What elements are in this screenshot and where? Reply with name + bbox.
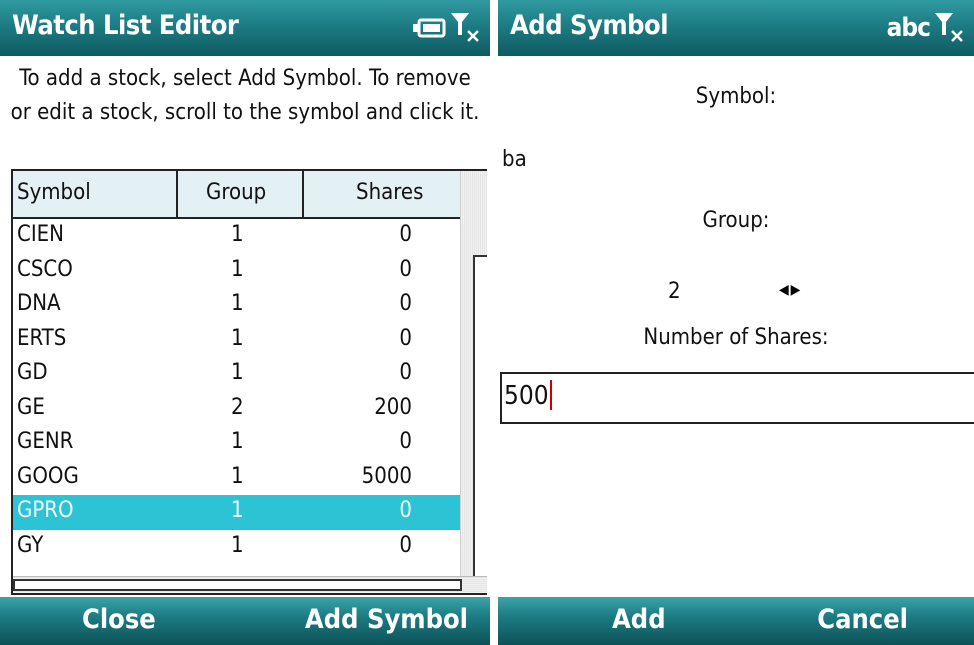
table-row[interactable]: DNA 1 0: [13, 288, 460, 323]
shares-input[interactable]: 500: [500, 372, 974, 424]
shares-input-value: 500: [504, 381, 549, 411]
vertical-scrollbar[interactable]: [460, 171, 487, 587]
row-shares: 0: [399, 429, 412, 454]
grid-header: Symbol Group Shares: [13, 171, 460, 219]
horizontal-scroll-thumb[interactable]: [13, 579, 462, 591]
row-shares: 0: [399, 291, 412, 316]
text-caret: [549, 380, 552, 410]
row-group: 1: [231, 325, 244, 351]
row-group: 1: [231, 360, 244, 385]
row-group: 1: [231, 222, 244, 247]
softkey-bar: Add Cancel: [498, 597, 974, 645]
row-symbol: GY: [17, 532, 44, 558]
row-symbol: DNA: [17, 291, 61, 316]
row-shares: 0: [399, 498, 412, 523]
watch-list-editor-screen: Watch List Editor To add a stock, select…: [0, 0, 490, 645]
signal-off-icon: [935, 13, 963, 42]
table-row[interactable]: CSCO 1 0: [13, 254, 460, 289]
row-group: 2: [231, 394, 244, 420]
shares-label: Number of Shares:: [643, 325, 829, 350]
instructions-text: To add a stock, select Add Symbol. To re…: [10, 66, 480, 125]
row-shares: 0: [399, 325, 412, 351]
table-row[interactable]: GE 2 200: [13, 392, 460, 427]
row-group: 1: [231, 291, 244, 316]
table-row[interactable]: GY 1 0: [13, 530, 460, 565]
group-spinner[interactable]: 2 ◀▶: [498, 279, 974, 309]
table-row[interactable]: GOOG 1 5000: [13, 461, 460, 496]
screen-title: Add Symbol: [510, 10, 669, 41]
row-symbol: CSCO: [17, 256, 73, 282]
row-group: 1: [231, 429, 244, 454]
table-row[interactable]: GENR 1 0: [13, 426, 460, 461]
row-symbol: ERTS: [17, 325, 67, 351]
row-symbol: GOOG: [17, 463, 79, 489]
group-value: 2: [668, 279, 681, 304]
row-group: 1: [231, 498, 244, 523]
row-group: 1: [231, 532, 244, 558]
battery-icon: [413, 18, 446, 38]
table-row[interactable]: GPRO 1 0: [13, 495, 460, 530]
group-label: Group:: [702, 208, 770, 233]
add-symbol-softkey[interactable]: Add Symbol: [305, 604, 468, 635]
left-right-arrows-icon[interactable]: ◀▶: [779, 282, 802, 298]
vertical-scroll-thumb[interactable]: [473, 255, 487, 587]
row-shares: 0: [399, 222, 412, 247]
status-icons: abc: [887, 8, 964, 48]
title-bar: Watch List Editor: [0, 0, 490, 56]
row-shares: 0: [399, 256, 412, 282]
watch-list-grid[interactable]: Symbol Group Shares CIEN 1 0 CSCO 1 0 DNA 1 0 ERT…: [11, 169, 487, 595]
signal-off-icon: [451, 13, 479, 42]
table-row[interactable]: CIEN 1 0: [13, 219, 460, 254]
symbol-field[interactable]: ba: [502, 147, 527, 172]
row-symbol: GE: [17, 394, 45, 420]
row-symbol: GPRO: [17, 498, 74, 523]
row-shares: 200: [374, 394, 412, 420]
status-icons: [412, 8, 480, 48]
row-shares: 0: [399, 532, 412, 558]
row-group: 1: [231, 256, 244, 282]
row-symbol: GENR: [17, 429, 74, 454]
row-symbol: GD: [17, 360, 48, 385]
add-softkey[interactable]: Add: [612, 604, 666, 635]
screen-divider: [490, 0, 498, 645]
grid-rows: CIEN 1 0 CSCO 1 0 DNA 1 0 ERTS 1 0 GD 1 0 GE 2 200 GENR 1 0 G…: [13, 219, 460, 564]
close-softkey[interactable]: Close: [82, 604, 156, 635]
row-shares: 5000: [361, 463, 412, 489]
add-symbol-screen: Add Symbol abc Symbol: ba Group: 2 ◀▶ Nu…: [498, 0, 974, 645]
table-row[interactable]: ERTS 1 0: [13, 323, 460, 358]
column-header-symbol[interactable]: Symbol: [17, 171, 91, 217]
cancel-softkey[interactable]: Cancel: [817, 604, 908, 635]
row-symbol: CIEN: [17, 222, 64, 247]
column-header-group[interactable]: Group: [206, 171, 266, 217]
row-shares: 0: [399, 360, 412, 385]
column-header-shares[interactable]: Shares: [356, 171, 423, 217]
symbol-label: Symbol:: [695, 84, 777, 109]
row-group: 1: [231, 463, 244, 489]
title-bar: Add Symbol abc: [498, 0, 974, 56]
softkey-bar: Close Add Symbol: [0, 597, 490, 645]
horizontal-scrollbar[interactable]: [13, 576, 487, 593]
table-row[interactable]: GD 1 0: [13, 357, 460, 392]
input-mode-indicator: abc: [886, 13, 931, 43]
screen-title: Watch List Editor: [12, 10, 239, 41]
